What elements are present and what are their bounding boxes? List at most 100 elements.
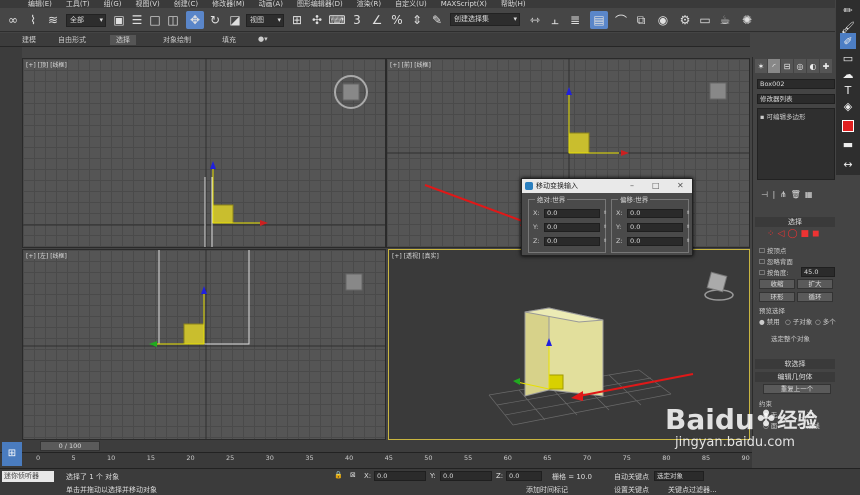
time-slider-thumb[interactable]: 0 / 100 [40,441,100,451]
offset-z-input[interactable]: 0.0 [627,236,683,246]
rectangle-icon[interactable]: ▭ [840,50,856,66]
create-tab-icon[interactable]: ✶ [755,59,767,73]
add-time-tag-button[interactable]: 添加时间标记 [526,485,568,495]
by-vertex-checkbox[interactable]: ☐ 按顶点 [759,245,786,255]
ribbon-tab-selection[interactable]: 选择 [110,35,136,45]
select-scale-icon[interactable]: ◪ [226,11,244,29]
key-filters-button[interactable]: 关键点过滤器... [668,485,717,495]
bind-spacewarp-icon[interactable]: ≋ [44,11,62,29]
eraser-icon[interactable]: ◈ [840,98,856,114]
pin-stack-icon[interactable]: ⊣ [761,190,768,199]
ring-button[interactable]: 环形 [759,292,795,302]
abs-z-input[interactable]: 0.0 [544,236,600,246]
red-color-swatch-icon[interactable] [840,118,856,134]
viewport-top[interactable]: [+] [顶] [线框] [22,58,386,248]
isolate-icon[interactable]: ⊠ [350,471,356,479]
remove-modifier-icon[interactable]: 🗑 [791,190,801,199]
z-coord-input[interactable]: 0.0 [506,471,542,481]
abs-x-input[interactable]: 0.0 [544,208,600,218]
configure-icon[interactable]: ▦ [805,190,813,199]
selection-rollout-header[interactable]: 选择 [755,217,835,227]
snap-toggle-icon[interactable]: 3 [348,11,366,29]
spinner-icon[interactable]: ⬍ [686,210,690,216]
spinner-snap-icon[interactable]: ⇕ [408,11,426,29]
select-by-name-icon[interactable]: ☰ [128,11,146,29]
keyboard-shortcut-icon[interactable]: ⌨ [328,11,346,29]
spinner-icon[interactable]: ⬍ [603,238,607,244]
menu-group[interactable]: 组(G) [104,0,122,8]
make-unique-icon[interactable]: ⋔ [780,190,787,199]
ribbon-options-icon[interactable]: ●▾ [258,35,268,43]
soft-selection-rollout-header[interactable]: 软选择 [755,359,835,369]
edit-named-sel-icon[interactable]: ✎ [428,11,446,29]
ribbon-tab-freeform[interactable]: 自由形式 [58,35,86,45]
show-end-icon[interactable]: ∣ [772,190,776,199]
loop-button[interactable]: 循环 [797,292,833,302]
angle-input[interactable]: 45.0 [801,267,835,277]
ignore-backfacing-checkbox[interactable]: ☐ 忽略背面 [759,256,793,266]
text-icon[interactable]: T [840,82,856,98]
window-crossing-icon[interactable]: ◫ [164,11,182,29]
select-rotate-icon[interactable]: ↻ [206,11,224,29]
link-icon[interactable]: ∞ [4,11,22,29]
object-name-field[interactable]: Box002 [757,79,835,89]
menu-animation[interactable]: 动画(A) [259,0,283,8]
reference-coord-dropdown[interactable]: 视图 [246,14,284,27]
key-selection-dropdown[interactable]: 选定对象 [654,471,704,481]
menu-rendering[interactable]: 渲染(R) [357,0,381,8]
modify-tab-icon[interactable]: ◜ [768,59,780,73]
menu-edit[interactable]: 编辑(E) [28,0,52,8]
selection-filter-dropdown[interactable]: 全部 [66,14,106,27]
element-icon[interactable]: ◼ [812,229,819,239]
repeat-last-button[interactable]: 重复上一个 [763,384,831,394]
material-editor-icon[interactable]: ◉ [654,11,672,29]
pencil-icon[interactable]: ✏ [840,2,856,18]
percent-snap-icon[interactable]: % [388,11,406,29]
menu-help[interactable]: 帮助(H) [501,0,526,8]
select-manipulate-icon[interactable]: ✣ [308,11,326,29]
render-iterative-icon[interactable]: ✺ [738,11,756,29]
select-object-icon[interactable]: ▣ [110,11,128,29]
menu-view[interactable]: 视图(V) [136,0,160,8]
y-coord-input[interactable]: 0.0 [440,471,492,481]
track-bar[interactable]: 0 5 10 15 20 25 30 35 40 45 50 55 60 65 70 75 80 85 90 [0,452,752,468]
preview-disabled-radio[interactable]: ● 禁用 [759,316,780,326]
align-icon[interactable]: ⫠ [546,11,564,29]
stack-item-editable-poly[interactable]: ▪ 可编辑多边形 [760,111,805,121]
dialog-title-bar[interactable]: 移动变换输入 – □ ✕ [522,179,692,193]
menu-maxscript[interactable]: MAXScript(X) [441,0,487,8]
scene-explorer-icon[interactable]: ▤ [590,11,608,29]
by-angle-checkbox[interactable]: ☐ 按角度: [759,267,789,277]
offset-y-input[interactable]: 0.0 [627,222,683,232]
paint-icon[interactable]: ✐ [840,33,856,49]
border-icon[interactable]: ◯ [787,229,797,239]
close-icon[interactable]: ✕ [677,179,684,193]
polygon-icon[interactable]: ■ [801,229,810,239]
minimize-icon[interactable]: – [630,179,634,193]
modifier-list-dropdown[interactable]: 修改器列表 [757,94,835,104]
maximize-icon[interactable]: □ [652,179,660,193]
expand-arrows-icon[interactable]: ↔ [840,156,856,172]
render-production-icon[interactable]: ☕ [716,11,734,29]
utilities-tab-icon[interactable]: ✚ [820,59,832,73]
rect-selection-icon[interactable]: □ [146,11,164,29]
shrink-button[interactable]: 收缩 [759,279,795,289]
motion-tab-icon[interactable]: ◎ [794,59,806,73]
mirror-icon[interactable]: ⇿ [526,11,544,29]
spinner-icon[interactable]: ⬍ [686,238,690,244]
hierarchy-tab-icon[interactable]: ⊟ [781,59,793,73]
selection-lock-icon[interactable]: 🔒 [334,471,343,479]
edit-geometry-rollout-header[interactable]: 编辑几何体 [755,372,835,382]
unlink-icon[interactable]: ⌇ [24,11,42,29]
grow-button[interactable]: 扩大 [797,279,833,289]
time-slider[interactable]: 0 / 100 [0,440,752,452]
ribbon-tab-modeling[interactable]: 建模 [22,35,36,45]
select-move-icon[interactable]: ✥ [186,11,204,29]
schematic-view-icon[interactable]: ⧉ [632,11,650,29]
spinner-icon[interactable]: ⬍ [603,224,607,230]
viewport-left[interactable]: [+] [左] [线框] [22,249,386,440]
preview-subobject-radio[interactable]: ○ 子对象 [785,316,812,326]
set-key-button[interactable]: 设置关键点 [614,485,649,495]
menu-tools[interactable]: 工具(T) [66,0,90,8]
workspace-toggle-icon[interactable]: ⊞ [2,442,22,466]
